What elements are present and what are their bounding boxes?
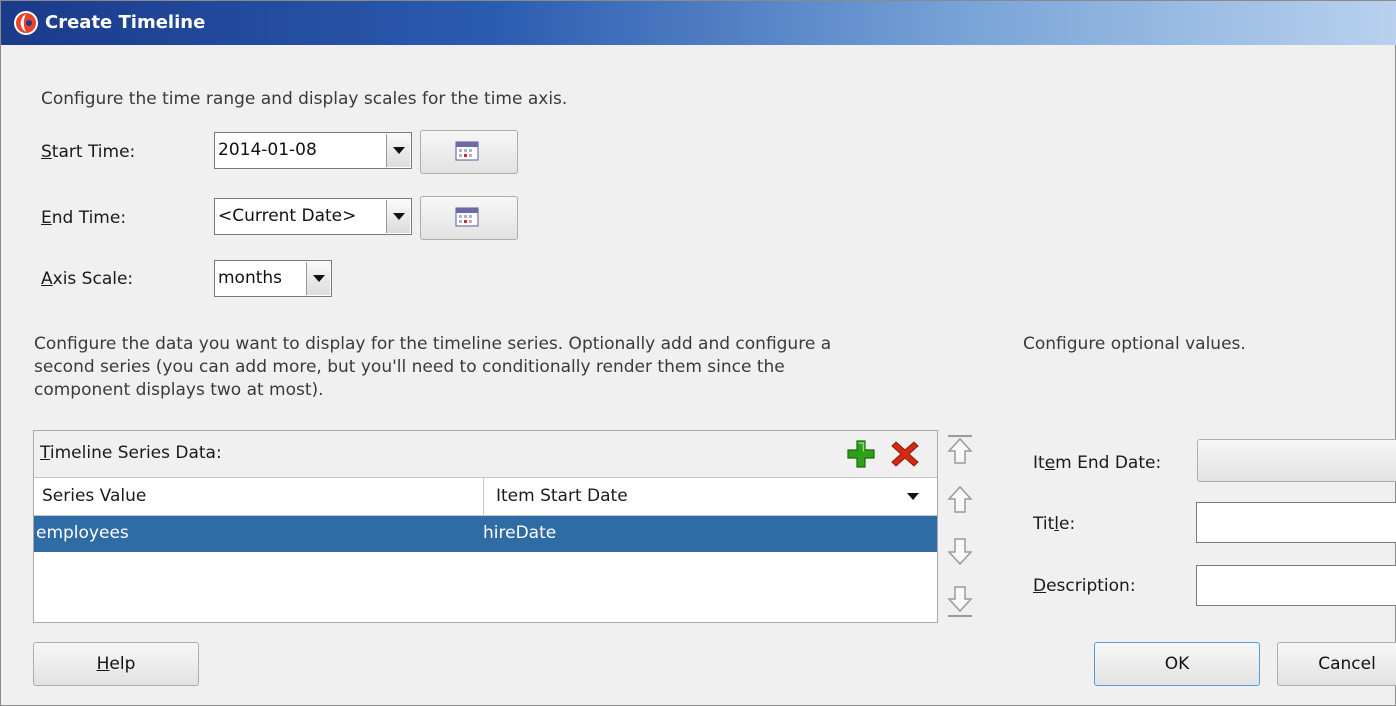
help-mnemonic: H (96, 654, 110, 674)
calendar-icon (455, 207, 479, 227)
timeline-series-table: Timeline Series Data: Series Value Item … (33, 430, 938, 623)
description-input[interactable] (1196, 565, 1396, 606)
optional-intro: Configure optional values. (1023, 334, 1246, 354)
start-time-combo[interactable]: 2014-01-08 (214, 132, 412, 169)
create-timeline-dialog: Create Timeline Configure the time range… (0, 0, 1396, 706)
column-header-label: Series Value (42, 486, 147, 506)
cancel-button[interactable]: Cancel (1277, 642, 1396, 686)
axis-scale-label: Axis Scale: (41, 269, 134, 289)
remove-icon[interactable] (890, 439, 920, 469)
axis-scale-combo[interactable]: months (214, 260, 332, 297)
add-icon[interactable] (846, 439, 876, 469)
end-time-label: End Time: (41, 208, 127, 228)
move-down-icon[interactable] (945, 536, 975, 566)
timeline-series-data-label: Timeline Series Data: (40, 443, 222, 463)
series-intro-line-2: second series (you can add more, but you… (34, 357, 785, 377)
chevron-down-icon[interactable] (386, 200, 410, 233)
end-time-combo[interactable]: <Current Date> (214, 198, 412, 235)
ok-label: OK (1164, 654, 1190, 674)
ok-button[interactable]: OK (1094, 642, 1260, 686)
item-end-date-field[interactable] (1197, 439, 1396, 482)
app-logo-icon (13, 10, 39, 36)
table-toolbar: Timeline Series Data: (34, 431, 937, 477)
help-button[interactable]: Help (33, 642, 199, 686)
title-input[interactable] (1196, 502, 1396, 543)
column-header-series-value[interactable]: Series Value (34, 477, 483, 516)
start-time-label: Start Time: (41, 142, 136, 162)
move-to-top-icon[interactable] (945, 434, 975, 466)
table-row[interactable]: employees hireDate (34, 516, 937, 552)
description-label: Description: (1033, 576, 1136, 596)
help-label: elp (109, 654, 136, 674)
move-up-icon[interactable] (945, 485, 975, 515)
title-bar[interactable]: Create Timeline (1, 1, 1396, 45)
start-time-calendar-button[interactable] (420, 130, 518, 174)
column-header-item-start-date[interactable]: Item Start Date (483, 477, 937, 516)
end-time-calendar-button[interactable] (420, 196, 518, 240)
chevron-down-icon[interactable] (306, 262, 330, 295)
series-intro-line-1: Configure the data you want to display f… (34, 334, 832, 354)
time-axis-intro: Configure the time range and display sca… (41, 89, 568, 109)
cancel-label: Cancel (1318, 654, 1376, 674)
axis-scale-value: months (218, 268, 283, 288)
end-time-value: <Current Date> (218, 206, 357, 226)
calendar-icon (455, 141, 479, 161)
chevron-down-icon[interactable] (907, 493, 919, 500)
item-end-date-label: Item End Date: (1033, 453, 1162, 473)
chevron-down-icon[interactable] (386, 134, 410, 167)
dialog-title: Create Timeline (45, 12, 206, 33)
move-to-bottom-icon[interactable] (945, 585, 975, 619)
start-time-value: 2014-01-08 (218, 140, 317, 160)
column-header-label: Item Start Date (496, 486, 628, 506)
series-value-cell[interactable]: employees (36, 523, 129, 543)
title-label: Title: (1033, 514, 1076, 534)
series-intro-line-3: component displays two at most). (34, 380, 324, 400)
item-start-date-cell[interactable]: hireDate (483, 523, 556, 543)
series-intro: Configure the data you want to display f… (34, 333, 964, 402)
